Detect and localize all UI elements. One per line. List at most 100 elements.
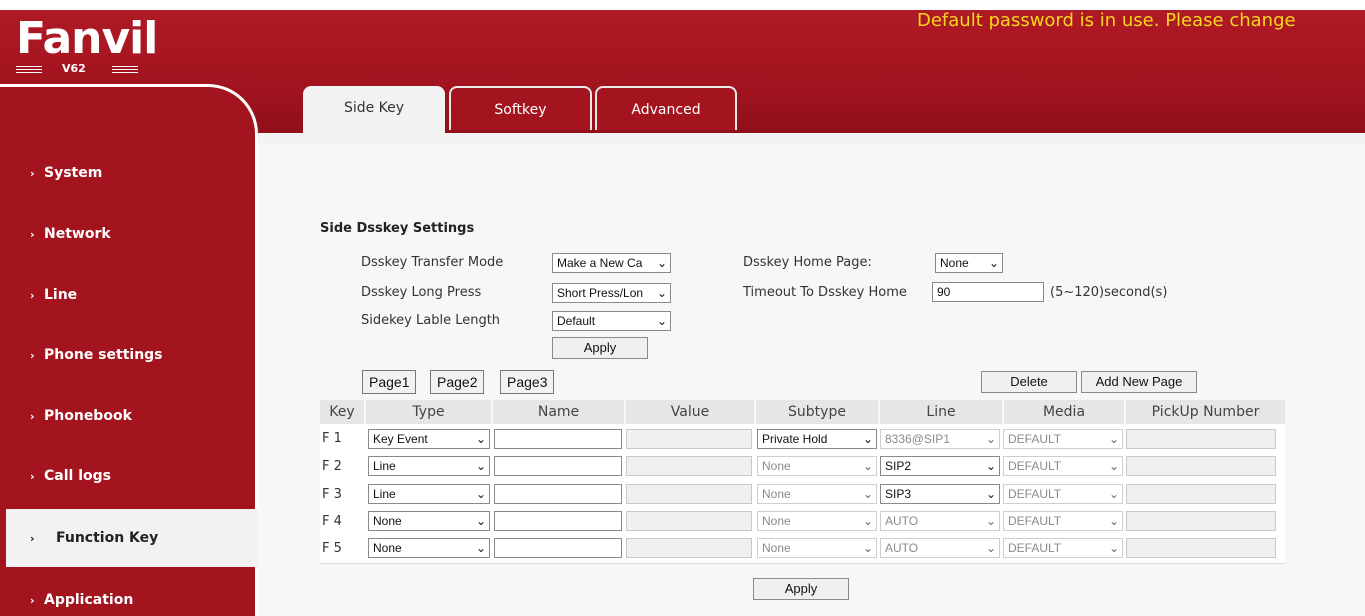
chevron-down-icon: ⌄	[1108, 487, 1119, 501]
lable-length-select[interactable]: Default ⌄	[552, 311, 671, 331]
chevron-right-icon: ›	[30, 349, 35, 362]
media-select: DEFAULT ⌄	[1003, 429, 1123, 449]
sidebar-item-application[interactable]: › Application	[0, 571, 252, 616]
type-select[interactable]: Line ⌄	[368, 456, 490, 476]
chevron-down-icon: ⌄	[475, 459, 486, 473]
chevron-down-icon: ⌄	[985, 541, 996, 555]
tab-advanced[interactable]: Advanced	[595, 86, 737, 130]
line-select[interactable]: SIP3 ⌄	[880, 484, 1000, 504]
chevron-down-icon: ⌄	[1108, 459, 1119, 473]
sidebar-item-line[interactable]: › Line	[0, 266, 252, 324]
subtype-select[interactable]: Private Hold ⌄	[757, 429, 877, 449]
pickup-number-input	[1126, 511, 1276, 531]
sidebar-item-phonebook[interactable]: › Phonebook	[0, 387, 252, 445]
model-text: V62	[62, 62, 86, 75]
chevron-down-icon: ⌄	[475, 514, 486, 528]
timeout-input[interactable]: 90	[932, 282, 1044, 302]
media-select: DEFAULT ⌄	[1003, 538, 1123, 558]
page1-button[interactable]: Page1	[362, 370, 417, 394]
brand-logo: Fanvil V62	[16, 14, 158, 75]
name-input[interactable]	[494, 484, 622, 504]
column-header-type: Type	[366, 400, 491, 424]
timeout-label: Timeout To Dsskey Home	[743, 285, 907, 300]
pickup-number-input	[1126, 429, 1276, 449]
column-header-line: Line	[880, 400, 1002, 424]
line-select: 8336@SIP1 ⌄	[880, 429, 1000, 449]
type-value: None	[373, 541, 402, 555]
page3-button[interactable]: Page3	[500, 370, 555, 394]
name-input[interactable]	[494, 538, 622, 558]
row-key-label: F 1	[322, 431, 342, 446]
type-select[interactable]: Line ⌄	[368, 484, 490, 504]
name-input[interactable]	[494, 429, 622, 449]
type-select[interactable]: None ⌄	[368, 538, 490, 558]
sidebar-item-label: Application	[44, 592, 134, 608]
transfer-mode-select[interactable]: Make a New Ca ⌄	[552, 253, 671, 273]
timeout-hint: (5~120)second(s)	[1050, 285, 1168, 300]
add-new-page-button[interactable]: Add New Page	[1081, 371, 1197, 393]
tab-softkey[interactable]: Softkey	[449, 86, 592, 130]
chevron-down-icon: ⌄	[985, 459, 996, 473]
subtype-value: None	[762, 514, 791, 528]
home-page-value: None	[940, 256, 969, 270]
tab-side-key[interactable]: Side Key	[303, 86, 445, 134]
line-select: AUTO ⌄	[880, 511, 1000, 531]
chevron-down-icon: ⌄	[985, 514, 996, 528]
lable-length-label: Sidekey Lable Length	[361, 313, 501, 328]
sidebar-item-function-key[interactable]: › Function Key	[6, 509, 258, 567]
type-value: Key Event	[373, 432, 428, 446]
chevron-down-icon: ⌄	[862, 514, 873, 528]
sidebar-item-system[interactable]: › System	[0, 144, 252, 202]
header-top-line	[0, 0, 1365, 10]
sidebar-item-label: Line	[44, 287, 78, 303]
chevron-down-icon: ⌄	[1108, 514, 1119, 528]
sidebar-item-network[interactable]: › Network	[0, 205, 252, 263]
home-page-select[interactable]: None ⌄	[935, 253, 1003, 273]
table-apply-button[interactable]: Apply	[753, 578, 849, 600]
subtype-value: None	[762, 487, 791, 501]
chevron-right-icon: ›	[30, 228, 35, 241]
sidebar-item-phone-settings[interactable]: › Phone settings	[0, 326, 252, 384]
long-press-value: Short Press/Lon	[557, 286, 644, 300]
chevron-right-icon: ›	[30, 470, 35, 483]
delete-page-button[interactable]: Delete	[981, 371, 1077, 393]
sidebar-item-call-logs[interactable]: › Call logs	[0, 447, 252, 505]
type-select[interactable]: None ⌄	[368, 511, 490, 531]
chevron-down-icon: ⌄	[1108, 541, 1119, 555]
subtype-select: None ⌄	[757, 538, 877, 558]
pickup-number-input	[1126, 456, 1276, 476]
sidebar-item-label: Phone settings	[44, 347, 163, 363]
value-input	[626, 484, 752, 504]
type-value: None	[373, 514, 402, 528]
column-header-media: Media	[1004, 400, 1124, 424]
pickup-number-input	[1126, 538, 1276, 558]
media-value: DEFAULT	[1008, 459, 1062, 473]
name-input[interactable]	[494, 456, 622, 476]
transfer-mode-value: Make a New Ca	[557, 256, 643, 270]
chevron-down-icon: ⌄	[656, 256, 667, 270]
media-value: DEFAULT	[1008, 514, 1062, 528]
chevron-down-icon: ⌄	[862, 459, 873, 473]
chevron-down-icon: ⌄	[862, 487, 873, 501]
settings-apply-button[interactable]: Apply	[552, 337, 648, 359]
row-key-label: F 3	[322, 487, 342, 502]
name-input[interactable]	[494, 511, 622, 531]
chevron-down-icon: ⌄	[862, 432, 873, 446]
logo-bars-left	[16, 66, 42, 73]
value-input	[626, 511, 752, 531]
sidebar-item-label: Network	[44, 226, 111, 242]
page2-button[interactable]: Page2	[430, 370, 485, 394]
line-value: SIP2	[885, 459, 912, 473]
transfer-mode-label: Dsskey Transfer Mode	[361, 255, 504, 270]
chevron-down-icon: ⌄	[985, 487, 996, 501]
media-value: DEFAULT	[1008, 541, 1062, 555]
subtype-value: None	[762, 541, 791, 555]
column-header-value: Value	[626, 400, 754, 424]
chevron-down-icon: ⌄	[1108, 432, 1119, 446]
line-select[interactable]: SIP2 ⌄	[880, 456, 1000, 476]
long-press-label: Dsskey Long Press	[361, 285, 482, 300]
subtype-select: None ⌄	[757, 484, 877, 504]
long-press-select[interactable]: Short Press/Lon ⌄	[552, 283, 671, 303]
sidebar-item-label: Function Key	[56, 530, 159, 546]
type-select[interactable]: Key Event ⌄	[368, 429, 490, 449]
